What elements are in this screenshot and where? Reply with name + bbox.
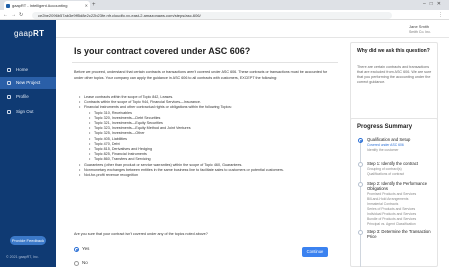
step-status-icon: [357, 161, 363, 167]
question-text: Are you sure that your contract isn't co…: [74, 232, 208, 236]
step-substep[interactable]: Identify the customer: [367, 148, 436, 153]
radio-yes[interactable]: [74, 246, 79, 252]
progress-summary: Progress Summary Qualification and Setup…: [350, 118, 438, 267]
logout-icon: [7, 110, 11, 114]
step-title: Step 1: Identify the contract: [367, 161, 418, 166]
step-status-icon: [357, 137, 363, 143]
step-status-icon: [357, 181, 363, 187]
radio-no[interactable]: [74, 260, 79, 266]
progress-step[interactable]: Step 1: Identify the contract Grouping of…: [356, 161, 436, 177]
step-title: Step 2: Identify the Performance Obligat…: [367, 181, 428, 192]
user-name: Jane Smith: [409, 24, 430, 29]
browser-tab-bar: gaapRT - Intelligent Accounting ✕ + –□✕: [0, 0, 449, 10]
sidebar-item-profile[interactable]: Profile: [0, 91, 56, 103]
header-divider: [56, 37, 449, 38]
option-no-label: No: [82, 260, 88, 265]
step-status-icon: [357, 229, 363, 235]
step-title: Qualification and Setup: [367, 137, 411, 142]
page-title: Is your contract covered under ASC 606?: [74, 46, 251, 56]
provide-feedback-button[interactable]: Provide Feedback: [10, 236, 46, 245]
progress-step[interactable]: Qualification and Setup Covered under ASC…: [356, 137, 436, 153]
progress-step[interactable]: Step 3: Determine the Transaction Price: [356, 229, 436, 239]
step-substep[interactable]: Qualifications of contract: [367, 172, 436, 177]
sidebar-item-sign-out[interactable]: Sign Out: [0, 106, 56, 118]
favicon-icon: [6, 3, 10, 8]
url-field[interactable]: ce2be2096b57ab3e9ff5d8e2c22b23fe.nfr.clo…: [32, 11, 392, 19]
window-controls[interactable]: –□✕: [423, 0, 445, 9]
option-yes[interactable]: Yes: [74, 246, 89, 252]
intro-text: Before we proceed, understand that certa…: [74, 70, 328, 80]
close-tab-icon[interactable]: ✕: [85, 1, 88, 10]
sidebar-item-home[interactable]: Home: [0, 64, 56, 76]
main-panel: Is your contract covered under ASC 606? …: [60, 40, 340, 267]
continue-button[interactable]: Continue: [302, 247, 328, 257]
folder-plus-icon: [7, 81, 11, 85]
browser-nav-icons[interactable]: ←→↻: [3, 10, 26, 20]
why-body: There are certain contracts and transact…: [357, 65, 432, 84]
logo: gaapRT: [14, 29, 45, 38]
home-icon: [7, 68, 11, 72]
option-yes-label: Yes: [82, 246, 90, 251]
progress-step[interactable]: Step 2: Identify the Performance Obligat…: [356, 181, 436, 227]
sidebar-item-new-project[interactable]: New Project: [0, 77, 56, 89]
browser-tab[interactable]: gaapRT - Intelligent Accounting ✕: [4, 1, 90, 10]
sidebar: gaapRT Home New Project Profile Sign Out…: [0, 20, 56, 267]
company-name: Smith Co. Inc.: [409, 30, 431, 34]
user-menu[interactable]: Jane Smith Smith Co. Inc.: [409, 24, 431, 34]
excluded-topics-list: Lease contracts within the scope of Topi…: [74, 95, 336, 178]
user-icon: [7, 95, 11, 99]
step-title: Step 3: Determine the Transaction Price: [367, 229, 431, 240]
browser-tab-title: gaapRT - Intelligent Accounting: [12, 3, 68, 8]
new-tab-icon[interactable]: +: [92, 1, 96, 9]
step-substep[interactable]: Principal vs. Agent Classification: [367, 222, 436, 227]
address-bar: ←→↻ ce2be2096b57ab3e9ff5d8e2c22b23fe.nfr…: [0, 10, 449, 20]
why-title: Why did we ask this question?: [357, 48, 430, 54]
browser-menu-icon[interactable]: ⋮: [438, 10, 443, 20]
title-divider: [72, 62, 338, 63]
progress-title: Progress Summary: [357, 124, 413, 130]
topic-item: Not-for-profit revenue recognition: [74, 173, 336, 178]
option-no[interactable]: No: [74, 260, 88, 266]
copyright: © 2021 gaapRT, Inc.: [6, 255, 39, 259]
